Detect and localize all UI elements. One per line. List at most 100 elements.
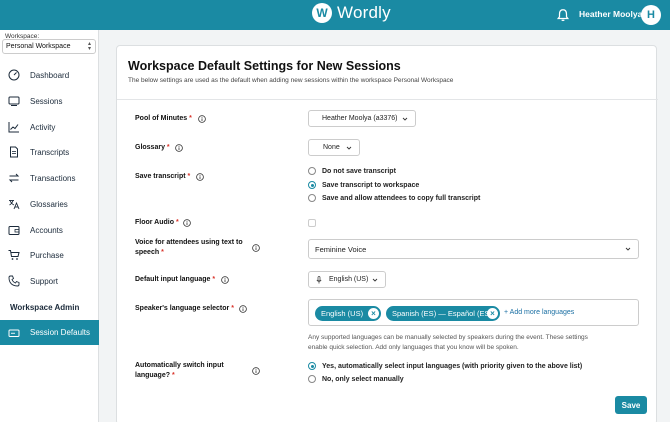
radio-save-and-allow-copy[interactable]: Save and allow attendees to copy full tr… bbox=[308, 194, 480, 202]
input-language-label: Default input language * bbox=[135, 276, 216, 283]
radio-manual-only[interactable]: No, only select manually bbox=[308, 375, 404, 383]
logo-text: Wordly bbox=[337, 3, 391, 22]
chip-label: Spanish (ES) — Español (ES) bbox=[392, 309, 493, 318]
pool-of-minutes-select[interactable]: Heather Moolya (a3376) bbox=[308, 110, 416, 127]
monitor-icon bbox=[8, 96, 20, 106]
floor-audio-label: Floor Audio * bbox=[135, 219, 179, 226]
radio-button-selected[interactable] bbox=[308, 181, 316, 189]
pool-of-minutes-value: Heather Moolya (a3376) bbox=[322, 115, 398, 122]
sidebar-item-sessions[interactable]: Sessions bbox=[0, 91, 99, 111]
auto-switch-label: Automatically switch input language? * bbox=[135, 362, 224, 379]
sidebar-item-glossaries[interactable]: Glossaries bbox=[0, 194, 99, 214]
glossary-select[interactable]: None bbox=[308, 139, 360, 156]
logo-mark: W bbox=[312, 3, 332, 23]
radio-button[interactable] bbox=[308, 194, 316, 202]
radio-save-to-workspace[interactable]: Save transcript to workspace bbox=[308, 181, 419, 189]
chevron-down-icon bbox=[625, 247, 631, 251]
sidebar-item-support[interactable]: Support bbox=[0, 271, 99, 291]
radio-label: Do not save transcript bbox=[322, 167, 396, 175]
sidebar-item-label: Accounts bbox=[30, 225, 63, 235]
info-icon[interactable] bbox=[198, 115, 206, 123]
close-icon[interactable]: × bbox=[487, 308, 498, 319]
radio-label: Yes, automatically select input language… bbox=[322, 362, 583, 370]
cart-icon bbox=[8, 250, 20, 260]
wallet-icon bbox=[8, 226, 20, 235]
chevron-down-icon bbox=[402, 117, 408, 121]
save-transcript-label: Save transcript * bbox=[135, 173, 191, 180]
sidebar-item-purchase[interactable]: Purchase bbox=[0, 245, 99, 265]
sidebar-item-label: Dashboard bbox=[30, 70, 70, 80]
chart-line-icon bbox=[8, 122, 19, 133]
language-chip: Spanish (ES) — Español (ES) × bbox=[386, 306, 500, 321]
info-icon[interactable] bbox=[252, 244, 260, 252]
sidebar-item-label: Activity bbox=[30, 122, 56, 132]
voice-select[interactable]: Feminine Voice bbox=[308, 239, 639, 259]
radio-do-not-save[interactable]: Do not save transcript bbox=[308, 167, 396, 175]
info-icon[interactable] bbox=[196, 173, 204, 181]
settings-card: Workspace Default Settings for New Sessi… bbox=[116, 45, 658, 422]
page-title: Workspace Default Settings for New Sessi… bbox=[128, 59, 401, 73]
chevron-updown-icon: ▴ ▾ bbox=[87, 41, 91, 52]
sidebar-item-label: Purchase bbox=[30, 250, 64, 260]
sidebar-item-accounts[interactable]: Accounts bbox=[0, 220, 99, 240]
radio-auto-select[interactable]: Yes, automatically select input language… bbox=[308, 362, 582, 370]
radio-button[interactable] bbox=[308, 375, 316, 383]
document-icon bbox=[10, 146, 18, 158]
info-icon[interactable] bbox=[252, 367, 260, 375]
sidebar-item-dashboard[interactable]: Dashboard bbox=[0, 65, 99, 85]
pool-of-minutes-label: Pool of Minutes * bbox=[135, 115, 192, 122]
sidebar-item-label: Session Defaults bbox=[30, 328, 91, 337]
sidebar-item-transcripts[interactable]: Transcripts bbox=[0, 142, 99, 162]
input-language-select[interactable]: English (US) bbox=[308, 271, 386, 288]
arrows-swap-icon bbox=[8, 173, 20, 183]
sidebar-item-label: Support bbox=[30, 276, 59, 286]
wordly-logo[interactable]: W Wordly bbox=[312, 3, 391, 23]
info-icon[interactable] bbox=[221, 276, 229, 284]
speaker-language-label: Speaker's language selector * bbox=[135, 305, 234, 312]
speaker-language-box[interactable]: English (US) × Spanish (ES) — Español (E… bbox=[308, 299, 639, 326]
add-languages-link[interactable]: + Add more languages bbox=[504, 309, 574, 316]
glossary-value: None bbox=[323, 144, 340, 151]
speaker-language-helper: Any supported languages can be manually … bbox=[308, 334, 588, 351]
chip-label: English (US) bbox=[321, 309, 364, 318]
radio-label: No, only select manually bbox=[322, 375, 404, 383]
user-name[interactable]: Heather Moolya bbox=[579, 9, 642, 19]
voice-label: Voice for attendees using text to speech … bbox=[135, 239, 243, 256]
sidebar-item-activity[interactable]: Activity bbox=[0, 117, 99, 137]
glossary-label: Glossary * bbox=[135, 144, 170, 151]
sidebar: Workspace: Personal Workspace ▴ ▾ Dashboa… bbox=[0, 30, 99, 422]
sidebar-item-transactions[interactable]: Transactions bbox=[0, 168, 99, 188]
page-description: The below settings are used as the defau… bbox=[128, 77, 454, 84]
sidebar-item-label: Sessions bbox=[30, 96, 63, 106]
voice-value: Feminine Voice bbox=[315, 244, 367, 254]
radio-label: Save transcript to workspace bbox=[322, 181, 420, 189]
phone-icon bbox=[8, 275, 20, 287]
sidebar-item-label: Transcripts bbox=[30, 147, 70, 157]
radio-label: Save and allow attendees to copy full tr… bbox=[322, 194, 481, 202]
chevron-down-icon bbox=[346, 146, 352, 150]
top-bar: W Wordly Heather Moolya H bbox=[0, 0, 670, 30]
session-defaults-icon bbox=[8, 329, 20, 337]
dashboard-icon bbox=[8, 69, 20, 81]
sidebar-item-label: Transactions bbox=[30, 173, 76, 183]
sidebar-item-label: Glossaries bbox=[30, 199, 68, 209]
info-icon[interactable] bbox=[239, 305, 247, 313]
radio-button-selected[interactable] bbox=[308, 362, 316, 370]
microphone-sparkle-icon bbox=[316, 275, 322, 283]
workspace-select[interactable]: Personal Workspace ▴ ▾ bbox=[2, 39, 96, 54]
divider bbox=[117, 99, 658, 100]
workspace-value: Personal Workspace bbox=[6, 43, 71, 50]
chevron-down-icon bbox=[372, 278, 378, 282]
radio-button[interactable] bbox=[308, 167, 316, 175]
bell-icon[interactable] bbox=[556, 8, 570, 22]
save-button[interactable]: Save bbox=[615, 396, 647, 414]
input-language-value: English (US) bbox=[329, 276, 369, 283]
sidebar-item-session-defaults[interactable]: Session Defaults bbox=[0, 320, 99, 345]
info-icon[interactable] bbox=[183, 219, 191, 227]
translate-icon bbox=[9, 200, 20, 210]
close-icon[interactable]: × bbox=[368, 308, 379, 319]
floor-audio-checkbox[interactable] bbox=[308, 219, 316, 227]
avatar[interactable]: H bbox=[641, 5, 661, 25]
info-icon[interactable] bbox=[175, 144, 183, 152]
workspace-admin-heading: Workspace Admin bbox=[10, 303, 80, 312]
